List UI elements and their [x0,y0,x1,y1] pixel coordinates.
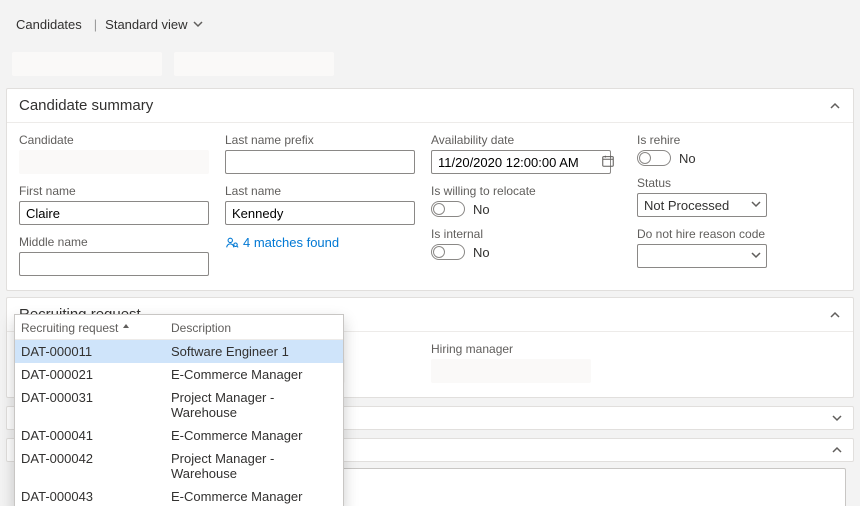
relocate-toggle[interactable] [431,201,465,217]
relocate-label: Is willing to relocate [431,184,621,198]
nav-candidates[interactable]: Candidates [12,11,86,38]
internal-label: Is internal [431,227,621,241]
lookup-row[interactable]: DAT-000011Software Engineer 1 [15,340,343,363]
lookup-row-desc: E-Commerce Manager [171,489,337,504]
lookup-row[interactable]: DAT-000043E-Commerce Manager [15,485,343,506]
chevron-up-icon[interactable] [829,309,841,321]
rehire-value: No [679,151,696,166]
lookup-row[interactable]: DAT-000041E-Commerce Manager [15,424,343,447]
relocate-value: No [473,202,490,217]
lookup-row-id: DAT-000041 [21,428,171,443]
dnh-label: Do not hire reason code [637,227,857,241]
lookup-row[interactable]: DAT-000021E-Commerce Manager [15,363,343,386]
lookup-col-request[interactable]: Recruiting request [21,321,171,335]
lookup-col2-label: Description [171,321,231,335]
lookup-row-id: DAT-000043 [21,489,171,504]
first-name-label: First name [19,184,209,198]
candidate-summary-title: Candidate summary [19,97,153,114]
lookup-row-desc: Software Engineer 1 [171,344,337,359]
lookup-row-id: DAT-000021 [21,367,171,382]
rehire-toggle[interactable] [637,150,671,166]
lookup-row-id: DAT-000031 [21,390,171,420]
chevron-down-icon [750,198,762,210]
nav-separator: | [94,17,97,32]
sort-asc-icon [121,323,131,333]
chevron-down-icon [750,249,762,261]
availability-date-input[interactable] [431,150,611,174]
status-select[interactable]: Not Processed [637,193,767,217]
toolbar-placeholder-1 [12,52,162,76]
last-name-prefix-input[interactable] [225,150,415,174]
candidate-value [19,150,209,174]
candidate-summary-panel: Candidate summary Candidate First name M… [6,88,854,291]
dnh-select[interactable] [637,244,767,268]
person-search-icon [225,236,239,250]
chevron-up-icon[interactable] [829,100,841,112]
internal-value: No [473,245,490,260]
chevron-down-icon [192,18,204,30]
hiring-manager-label: Hiring manager [431,342,621,356]
availability-label: Availability date [431,133,621,147]
view-label: Standard view [105,17,187,32]
lookup-row-desc: E-Commerce Manager [171,428,337,443]
candidate-label: Candidate [19,133,209,147]
lookup-row-desc: Project Manager - Warehouse [171,451,337,481]
matches-found-link[interactable]: 4 matches found [225,235,415,250]
lookup-row-desc: Project Manager - Warehouse [171,390,337,420]
first-name-input[interactable] [19,201,209,225]
lookup-row-id: DAT-000042 [21,451,171,481]
hiring-manager-value [431,359,591,383]
recruiting-request-lookup: Recruiting request Description DAT-00001… [14,314,344,506]
last-name-label: Last name [225,184,415,198]
toolbar-placeholder-2 [174,52,334,76]
calendar-icon[interactable] [601,154,615,168]
matches-text: 4 matches found [243,235,339,250]
last-name-prefix-label: Last name prefix [225,133,415,147]
chevron-up-icon [831,444,843,456]
lookup-row[interactable]: DAT-000042Project Manager - Warehouse [15,447,343,485]
lookup-col1-label: Recruiting request [21,321,118,335]
lookup-row-id: DAT-000011 [21,344,171,359]
internal-toggle[interactable] [431,244,465,260]
chevron-down-icon [831,412,843,424]
middle-name-input[interactable] [19,252,209,276]
status-label: Status [637,176,857,190]
lookup-row[interactable]: DAT-000031Project Manager - Warehouse [15,386,343,424]
last-name-input[interactable] [225,201,415,225]
rehire-label: Is rehire [637,133,857,147]
lookup-row-desc: E-Commerce Manager [171,367,337,382]
middle-name-label: Middle name [19,235,209,249]
view-switcher[interactable]: Standard view [105,17,203,32]
lookup-col-description[interactable]: Description [171,321,337,335]
status-value: Not Processed [644,198,729,213]
